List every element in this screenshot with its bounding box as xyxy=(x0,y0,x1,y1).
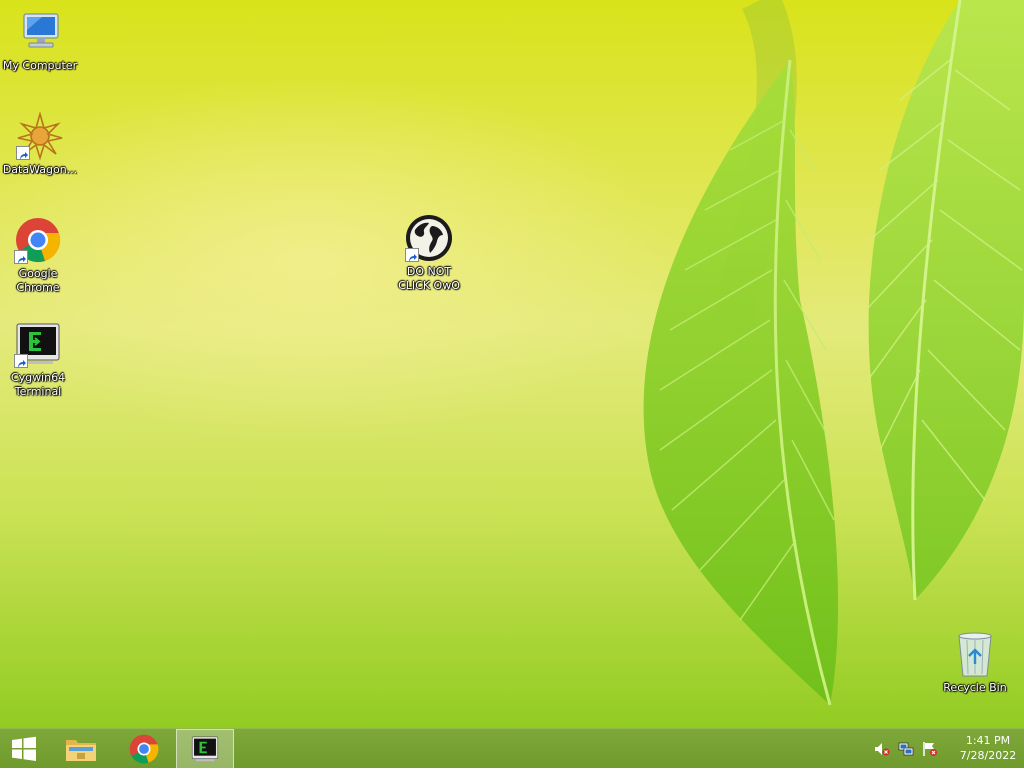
recycle-bin-icon xyxy=(951,630,999,678)
icon-label: Cygwin64 Terminal xyxy=(10,371,66,398)
taskbar-cygwin-terminal-button[interactable] xyxy=(176,729,234,769)
volume-muted-icon[interactable] xyxy=(874,741,890,757)
chrome-icon xyxy=(14,216,62,264)
desktop[interactable]: My Computer DataWagon... Google Chrome C… xyxy=(0,0,1024,728)
taskbar-clock[interactable]: 1:41 PM 7/28/2022 xyxy=(954,733,1022,763)
shortcut-arrow-icon xyxy=(405,248,419,262)
globe-icon xyxy=(405,214,453,262)
clock-date: 7/28/2022 xyxy=(959,749,1017,762)
cygwin-terminal-icon xyxy=(191,736,219,762)
icon-label: DO NOT CLICK OwO xyxy=(398,265,460,292)
network-icon[interactable] xyxy=(898,741,914,757)
action-center-flag-icon[interactable] xyxy=(922,741,938,757)
wallpaper-leaves xyxy=(643,0,1024,706)
computer-icon xyxy=(16,8,64,56)
desktop-icon-do-not-click[interactable]: DO NOT CLICK OwO xyxy=(389,214,469,293)
shortcut-arrow-icon xyxy=(14,250,28,264)
icon-label: DataWagon... xyxy=(2,163,78,176)
windows-logo-icon xyxy=(12,736,36,761)
shortcut-arrow-icon xyxy=(14,354,28,368)
file-explorer-icon xyxy=(66,740,96,761)
shortcut-arrow-icon xyxy=(16,146,30,160)
taskbar-chrome-button[interactable] xyxy=(118,729,170,769)
chrome-icon xyxy=(129,734,159,764)
taskbar: 1:41 PM 7/28/2022 xyxy=(0,728,1024,769)
desktop-icon-cygwin-terminal[interactable]: Cygwin64 Terminal xyxy=(0,320,78,399)
datawagon-icon xyxy=(16,112,64,160)
icon-label: My Computer xyxy=(2,59,78,72)
desktop-icon-datawagon[interactable]: DataWagon... xyxy=(0,112,80,177)
desktop-icon-recycle-bin[interactable]: Recycle Bin xyxy=(935,630,1015,695)
start-button[interactable] xyxy=(0,729,48,769)
icon-label: Recycle Bin xyxy=(943,681,1007,694)
cygwin-terminal-icon xyxy=(14,320,62,368)
taskbar-file-explorer-button[interactable] xyxy=(56,729,106,769)
clock-time: 1:41 PM xyxy=(965,734,1011,747)
desktop-icon-my-computer[interactable]: My Computer xyxy=(0,8,80,73)
desktop-icon-google-chrome[interactable]: Google Chrome xyxy=(0,216,78,295)
icon-label: Google Chrome xyxy=(16,267,60,294)
